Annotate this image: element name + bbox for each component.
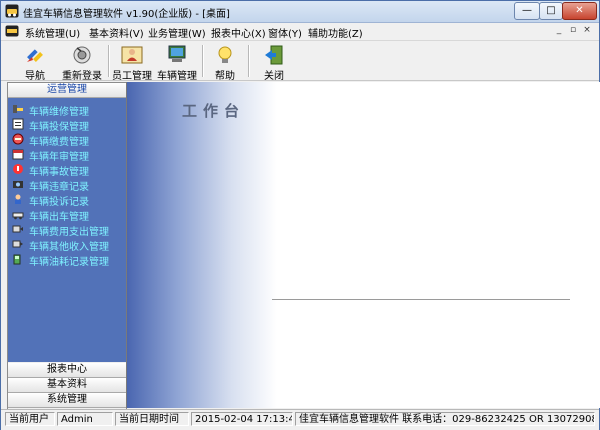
maximize-button[interactable]: □ xyxy=(539,2,563,20)
warning-icon xyxy=(13,164,23,174)
relogin-icon xyxy=(73,46,91,64)
toolbar-separator xyxy=(108,45,110,77)
expense-icon xyxy=(12,225,23,233)
employee-button[interactable]: 员工管理 xyxy=(111,42,153,82)
menu-bar: 系统管理(U) 基本资料(V) 业务管理(W) 报表中心(X) 窗体(Y) 辅助… xyxy=(1,23,599,41)
nav-header-basic-data[interactable]: 基本资料 xyxy=(8,378,126,393)
mdi-minimize-button[interactable]: _ xyxy=(553,25,565,36)
wrench-icon xyxy=(13,105,23,113)
relogin-label: 重新登录 xyxy=(62,71,102,82)
income-icon xyxy=(12,240,23,248)
menu-window[interactable]: 窗体(Y) xyxy=(268,25,302,40)
toolbar-separator xyxy=(202,45,204,77)
navigate-button[interactable]: 导航 xyxy=(15,42,55,82)
mdi-restore-button[interactable]: ▫ xyxy=(567,25,579,36)
person-icon xyxy=(15,194,21,204)
toolbar-separator xyxy=(248,45,250,77)
calendar-icon xyxy=(12,149,24,160)
status-bar: 当前用户 Admin 当前日期时间 2015-02-04 17:13:45 佳宜… xyxy=(1,409,599,430)
close-button[interactable]: 关闭 xyxy=(257,42,291,82)
status-date-value: 2015-02-04 17:13:45 xyxy=(191,412,293,426)
menu-system[interactable]: 系统管理(U) xyxy=(25,25,80,40)
menu-business[interactable]: 业务管理(W) xyxy=(148,25,206,40)
left-nav: 运营管理 车辆维修管理 车辆投保管理 车辆缴费管理 车辆年审管理 车辆事故管理 xyxy=(7,82,127,410)
help-label: 帮助 xyxy=(215,71,235,82)
help-button[interactable]: 帮助 xyxy=(208,42,242,82)
status-user-value: Admin xyxy=(57,412,113,426)
employee-icon xyxy=(121,46,143,64)
nav-header-reports[interactable]: 报表中心 xyxy=(8,363,126,378)
menu-aux[interactable]: 辅助功能(Z) xyxy=(308,25,363,40)
app-logo-icon xyxy=(5,4,19,18)
vehicle-button[interactable]: 车辆管理 xyxy=(156,42,198,82)
menu-basic-data[interactable]: 基本资料(V) xyxy=(89,25,144,40)
fuel-icon xyxy=(13,254,21,265)
close-label: 关闭 xyxy=(264,71,284,82)
employee-label: 员工管理 xyxy=(112,71,152,82)
navigate-icon xyxy=(27,49,43,62)
toolbar: 导航 重新登录 员工管理 车辆管理 帮助 关闭 xyxy=(1,41,599,82)
menu-reports[interactable]: 报表中心(X) xyxy=(211,25,266,40)
close-door-icon xyxy=(265,45,283,65)
close-window-button[interactable]: ✕ xyxy=(562,2,597,20)
minimize-button[interactable]: — xyxy=(514,2,540,20)
vehicle-icon xyxy=(168,45,186,62)
coin-icon xyxy=(12,133,24,145)
status-user-label: 当前用户 xyxy=(5,412,55,426)
workbench-title: 工作台 xyxy=(182,102,246,120)
help-icon xyxy=(218,46,232,63)
document-icon xyxy=(12,118,24,130)
vehicle-label: 车辆管理 xyxy=(157,71,197,82)
app-window: 佳宜车辆信息管理软件 v1.90(企业版) - [桌面] — □ ✕ 系统管理(… xyxy=(0,0,600,430)
window-title: 佳宜车辆信息管理软件 v1.90(企业版) - [桌面] xyxy=(23,9,230,20)
divider-line xyxy=(272,299,570,300)
nav-header-system[interactable]: 系统管理 xyxy=(8,393,126,408)
nav-header-operations[interactable]: 运营管理 xyxy=(8,83,126,98)
relogin-button[interactable]: 重新登录 xyxy=(58,42,106,82)
navigate-label: 导航 xyxy=(25,71,45,82)
mdi-close-button[interactable]: × xyxy=(581,25,593,36)
title-bar[interactable]: 佳宜车辆信息管理软件 v1.90(企业版) - [桌面] — □ ✕ xyxy=(1,1,599,23)
camera-icon xyxy=(13,181,23,188)
status-company-info: 佳宜车辆信息管理软件 联系电话：029-86232425 OR 13072908… xyxy=(295,412,595,426)
car-icon xyxy=(12,212,24,220)
workspace: 工作台 xyxy=(126,82,600,408)
status-date-label: 当前日期时间 xyxy=(115,412,189,426)
menu-app-icon[interactable] xyxy=(5,25,19,37)
nav-panel-operations: 车辆维修管理 车辆投保管理 车辆缴费管理 车辆年审管理 车辆事故管理 车辆违章记… xyxy=(8,98,126,362)
